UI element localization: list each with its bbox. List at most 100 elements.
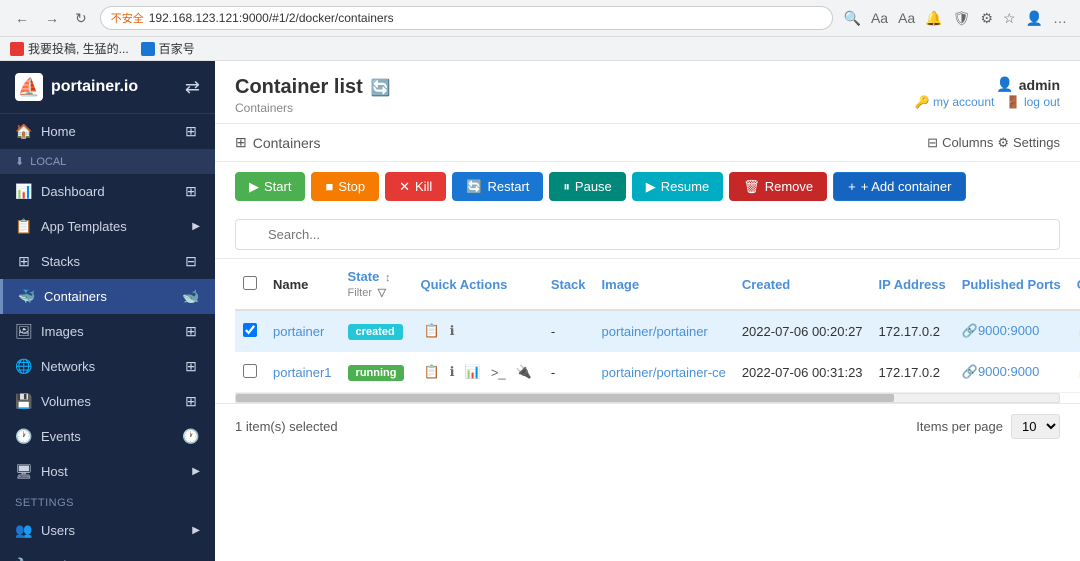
sidebar-item-stacks[interactable]: ⊞ Stacks ⊟ <box>0 244 215 279</box>
columns-settings-button[interactable]: ⊟ Columns ⚙ Settings <box>927 135 1060 151</box>
refresh-icon[interactable]: 🔄 <box>371 78 391 98</box>
sidebar-item-images[interactable]: 🖼 Images ⊞ <box>0 314 215 349</box>
sidebar-item-users-label: Users <box>41 523 75 538</box>
col-name[interactable]: Name <box>265 259 340 310</box>
events-icon: 🕐 <box>15 428 33 445</box>
bookmark-2[interactable]: 百家号 <box>141 40 195 57</box>
add-container-button[interactable]: + + Add container <box>833 172 966 201</box>
bookmark-star-icon[interactable]: ☆ <box>1000 7 1019 30</box>
row-1-port-link[interactable]: 🔗9000:9000 <box>962 323 1040 338</box>
networks-icon: 🌐 <box>15 358 33 375</box>
forward-button[interactable]: → <box>40 8 64 28</box>
items-per-page-label: Items per page <box>916 419 1003 434</box>
sidebar-item-environments[interactable]: 🔧 Environments ▶ <box>0 548 215 561</box>
remove-icon: 🗑 <box>743 179 760 195</box>
table-header: Name State ↕ Filter ▽ Quick Actions <box>235 259 1080 310</box>
bookmark-1[interactable]: 我要投稿, 生猛的... <box>10 40 129 57</box>
row-2-image-link[interactable]: portainer/portainer-ce <box>602 365 726 380</box>
sidebar-item-dashboard[interactable]: 📊 Dashboard ⊞ <box>0 174 215 209</box>
col-created[interactable]: Created <box>734 259 871 310</box>
col-stack[interactable]: Stack <box>543 259 594 310</box>
col-ip-address[interactable]: IP Address <box>871 259 954 310</box>
resume-button[interactable]: ▶ Resume <box>632 172 723 201</box>
copy-icon[interactable]: 📋 <box>420 321 442 341</box>
copy-icon-2[interactable]: 📋 <box>420 362 442 382</box>
toolbar: ⊞ Containers ⊟ Columns ⚙ Settings <box>215 124 1080 162</box>
sidebar-item-app-templates[interactable]: 📋 App Templates ▶ <box>0 209 215 244</box>
row-2-created: 2022-07-06 00:31:23 <box>734 352 871 393</box>
terminal-icon[interactable]: >_ <box>488 363 509 382</box>
pause-button[interactable]: ⏸ Pause <box>549 172 625 201</box>
sidebar-item-networks-label: Networks <box>41 359 95 374</box>
users-icon: 👥 <box>15 522 33 539</box>
reload-button[interactable]: ↻ <box>70 8 92 29</box>
pause-icon: ⏸ <box>563 179 570 195</box>
select-all-checkbox[interactable] <box>243 276 257 290</box>
table-container: Name State ↕ Filter ▽ Quick Actions <box>215 259 1080 393</box>
info-icon-2[interactable]: ℹ <box>447 362 458 382</box>
sidebar-item-containers[interactable]: 🐳 Containers 🐋 <box>0 279 215 314</box>
row-1-name-link[interactable]: portainer <box>273 324 324 339</box>
stop-icon: ■ <box>325 179 333 194</box>
info-icon[interactable]: ℹ <box>447 321 458 341</box>
user-name-text: admin <box>1019 77 1060 93</box>
address-bar[interactable]: 不安全 192.168.123.121:9000/#1/2/docker/con… <box>100 6 833 30</box>
search-bar <box>215 211 1080 259</box>
back-button[interactable]: ← <box>10 8 34 28</box>
stop-button[interactable]: ■ Stop <box>311 172 379 201</box>
row-2-state-badge: running <box>348 365 405 381</box>
user-icon[interactable]: 👤 <box>1023 7 1046 30</box>
search-icon[interactable]: 🔍 <box>841 7 864 30</box>
shield-icon[interactable]: 🛡 <box>950 7 974 30</box>
page-title-area: Container list 🔄 Containers <box>235 76 391 115</box>
volumes-icon: 💾 <box>15 393 33 410</box>
settings-icon[interactable]: ⚙ <box>977 7 996 30</box>
sidebar-item-host[interactable]: 🖥 Host ▶ <box>0 454 215 489</box>
security-warning: 不安全 <box>111 10 144 26</box>
sidebar-toggle-icon[interactable]: ⇄ <box>185 77 200 98</box>
sidebar-item-images-label: Images <box>41 324 84 339</box>
remove-button[interactable]: 🗑 Remove <box>729 172 827 201</box>
volumes-right-icon: ⊞ <box>182 393 200 410</box>
sidebar-item-volumes-label: Volumes <box>41 394 91 409</box>
local-header: ⬇ LOCAL <box>0 149 215 174</box>
sidebar-item-networks[interactable]: 🌐 Networks ⊞ <box>0 349 215 384</box>
col-ownership[interactable]: Ownership <box>1069 259 1080 310</box>
row-1-quick-actions: 📋 ℹ <box>420 321 534 341</box>
menu-icon[interactable]: … <box>1050 7 1070 29</box>
sidebar-item-volumes[interactable]: 💾 Volumes ⊞ <box>0 384 215 419</box>
stats-icon[interactable]: 📊 <box>462 362 484 382</box>
row-1-ip: 172.17.0.2 <box>871 310 954 352</box>
sidebar-item-events[interactable]: 🕐 Events 🕐 <box>0 419 215 454</box>
settings-section-label: SETTINGS <box>15 497 74 509</box>
row-2-port-link[interactable]: 🔗9000:9000 <box>962 364 1040 379</box>
sidebar-item-home[interactable]: 🏠 Home ⊞ <box>0 114 215 149</box>
notification-icon[interactable]: 🔔 <box>922 7 945 30</box>
per-page-select[interactable]: 10 25 50 <box>1011 414 1060 439</box>
search-input[interactable] <box>235 219 1060 250</box>
start-button[interactable]: ▶ Start <box>235 172 305 201</box>
sidebar-item-home-label: Home <box>41 124 76 139</box>
kill-button[interactable]: ✕ Kill <box>385 172 446 201</box>
row-2-ownership: 🔒 adminis <box>1069 352 1080 393</box>
reader-icon2[interactable]: Aa <box>895 7 918 29</box>
reader-icon[interactable]: Aa <box>868 7 891 29</box>
col-state[interactable]: State ↕ Filter ▽ <box>340 259 413 310</box>
sidebar-item-app-templates-label: App Templates <box>41 219 127 234</box>
row-1-created: 2022-07-06 00:20:27 <box>734 310 871 352</box>
col-image[interactable]: Image <box>594 259 734 310</box>
attach-icon[interactable]: 🔌 <box>513 362 535 382</box>
my-account-link[interactable]: 🔑 my account <box>915 95 995 109</box>
row-1-checkbox[interactable] <box>243 323 257 337</box>
restart-button[interactable]: 🔄 Restart <box>452 172 543 201</box>
log-out-link[interactable]: 🚪 log out <box>1006 95 1060 109</box>
action-buttons: ▶ Start ■ Stop ✕ Kill 🔄 Restart ⏸ Pause … <box>215 162 1080 211</box>
row-1-image-link[interactable]: portainer/portainer <box>602 324 708 339</box>
stacks-icon: ⊞ <box>15 253 33 270</box>
horizontal-scrollbar[interactable] <box>235 393 1060 403</box>
row-2-checkbox[interactable] <box>243 364 257 378</box>
content-header: Container list 🔄 Containers 👤 admin 🔑 my… <box>215 61 1080 124</box>
home-icon: 🏠 <box>15 123 33 140</box>
sidebar-item-users[interactable]: 👥 Users ▶ <box>0 513 215 548</box>
row-2-name-link[interactable]: portainer1 <box>273 365 332 380</box>
